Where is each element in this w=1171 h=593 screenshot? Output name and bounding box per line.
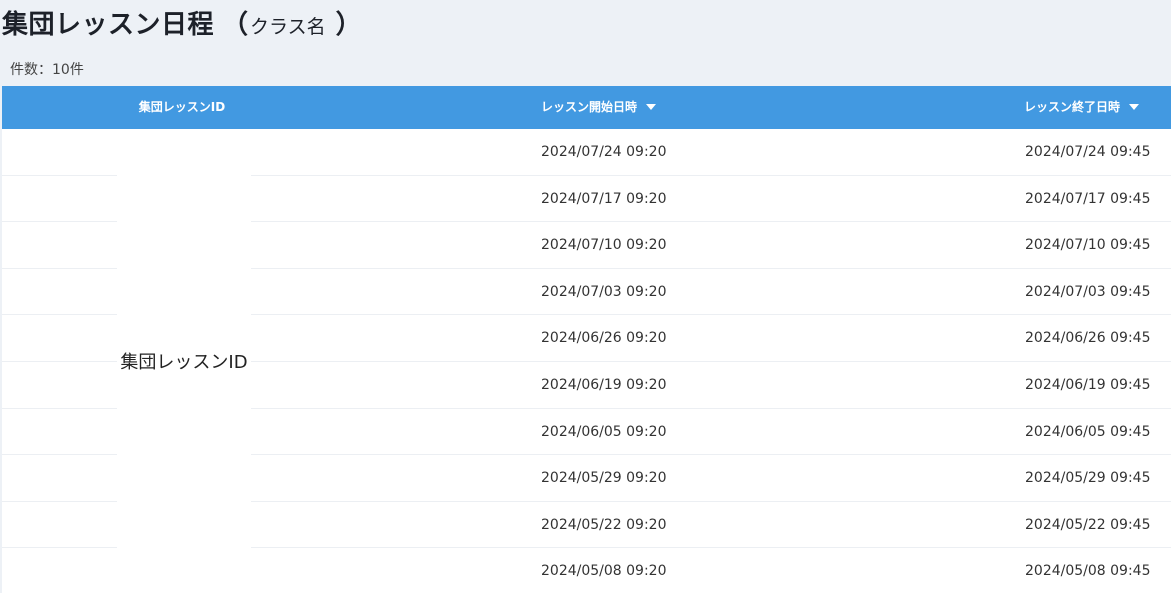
lesson-table: 集団レッスンID レッスン開始日時 レッスン終了日時 2024/07/24 09… [2, 86, 1171, 593]
page-title-text: 集団レッスン日程 [2, 10, 215, 40]
end-datetime-cell: 2024/07/10 09:45 [1025, 237, 1151, 254]
start-datetime-cell: 2024/07/24 09:20 [541, 144, 667, 160]
lesson-id-merged-cell: 集団レッスンID [117, 129, 251, 593]
caret-down-icon[interactable] [1129, 103, 1140, 110]
end-datetime-cell: 2024/06/26 09:45 [1025, 330, 1151, 347]
start-datetime-cell: 2024/05/08 09:20 [541, 563, 667, 580]
end-datetime-cell: 2024/05/22 09:45 [1025, 516, 1151, 533]
end-datetime-cell: 2024/07/24 09:45 [1025, 144, 1151, 160]
end-datetime-cell: 2024/06/19 09:45 [1025, 376, 1151, 393]
title-paren-open: （ [222, 10, 249, 40]
start-datetime-cell: 2024/06/19 09:20 [541, 376, 667, 393]
start-datetime-cell: 2024/05/29 09:20 [541, 470, 667, 487]
column-header-lesson-id: 集団レッスンID [2, 86, 362, 129]
record-count: 件数：10件 [10, 62, 84, 78]
table-header: 集団レッスンID レッスン開始日時 レッスン終了日時 [2, 86, 1171, 129]
end-datetime-cell: 2024/06/05 09:45 [1025, 423, 1151, 440]
start-datetime-cell: 2024/06/05 09:20 [541, 423, 667, 440]
caret-down-icon[interactable] [646, 103, 657, 110]
column-header-start-datetime[interactable]: レッスン開始日時 [541, 86, 657, 129]
start-datetime-cell: 2024/07/17 09:20 [541, 190, 667, 207]
page-title: 集団レッスン日程 （ クラス名 ） [2, 4, 362, 40]
column-header-end-datetime[interactable]: レッスン終了日時 [1024, 86, 1140, 129]
start-datetime-cell: 2024/05/22 09:20 [541, 516, 667, 533]
end-datetime-cell: 2024/07/17 09:45 [1025, 190, 1151, 207]
column-header-label: レッスン開始日時 [541, 100, 638, 114]
title-paren-close: ） [335, 10, 362, 40]
column-header-label: レッスン終了日時 [1024, 100, 1121, 114]
lesson-id-label: 集団レッスンID [120, 352, 248, 373]
column-header-label: 集団レッスンID [138, 100, 226, 114]
start-datetime-cell: 2024/06/26 09:20 [541, 330, 667, 347]
end-datetime-cell: 2024/07/03 09:45 [1025, 283, 1151, 300]
start-datetime-cell: 2024/07/10 09:20 [541, 237, 667, 254]
end-datetime-cell: 2024/05/29 09:45 [1025, 470, 1151, 487]
page: 集団レッスン日程 （ クラス名 ） 件数：10件 集団レッスンID レッスン開始… [0, 0, 1171, 593]
class-name: クラス名 [250, 16, 326, 38]
start-datetime-cell: 2024/07/03 09:20 [541, 283, 667, 300]
end-datetime-cell: 2024/05/08 09:45 [1025, 563, 1151, 580]
